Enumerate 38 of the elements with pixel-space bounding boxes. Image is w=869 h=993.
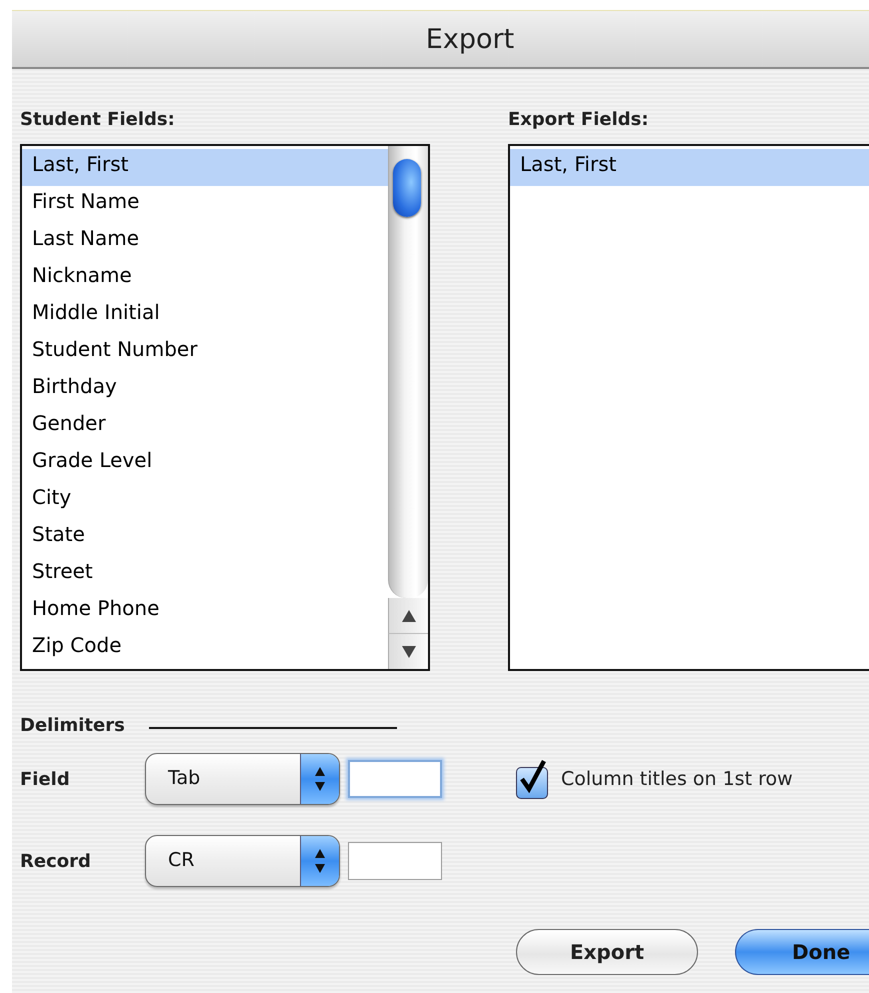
window-title: Export (426, 24, 514, 54)
down-arrow-icon (400, 644, 416, 658)
list-item[interactable]: Middle Initial (22, 297, 388, 334)
field-label: Field (20, 768, 71, 790)
scroll-down-button[interactable] (388, 634, 428, 669)
list-item[interactable]: Street (22, 556, 388, 593)
list-item[interactable]: Last Name (22, 223, 388, 260)
list-label: Student Fields: (20, 109, 176, 132)
list-item[interactable]: Grade Level (22, 445, 388, 482)
up-down-arrows-icon (314, 766, 326, 792)
list-item[interactable]: Last, First (22, 149, 388, 186)
export-button[interactable]: Export (516, 929, 698, 975)
list-box[interactable]: Last, First First Name Last Name Nickname Middle Initial Student Number Birthday Gender Grade Level City State Street Home Phone Zip Code (20, 144, 430, 671)
list-item[interactable]: Birthday (22, 371, 388, 408)
checkbox[interactable] (516, 759, 548, 799)
scroll-thumb[interactable] (393, 159, 421, 217)
list-item[interactable]: Last, First (510, 149, 869, 186)
list-item[interactable]: State (22, 519, 388, 556)
section-label: Delimiters (20, 715, 125, 736)
done-button[interactable]: Done (735, 929, 869, 975)
list-item[interactable]: Nickname (22, 260, 388, 297)
input-field[interactable] (348, 760, 442, 798)
list-item[interactable]: Zip Code (22, 630, 388, 667)
scroll-up-button[interactable] (388, 598, 428, 634)
list-item[interactable]: Student Number (22, 334, 388, 371)
popup-button[interactable]: Tab (145, 753, 340, 805)
up-down-arrows-icon (314, 848, 326, 874)
input-field[interactable] (348, 842, 442, 880)
up-arrow-icon (400, 608, 416, 622)
list-item[interactable]: City (22, 482, 388, 519)
list-item[interactable]: Home Phone (22, 593, 388, 630)
list-box[interactable]: Last, First (508, 144, 869, 671)
checkbox-label[interactable]: Column titles on 1st row (561, 768, 793, 790)
list-item[interactable]: First Name (22, 186, 388, 223)
list-item[interactable]: Gender (22, 408, 388, 445)
list-label: Export Fields: (508, 109, 650, 132)
field-label: Record (20, 850, 92, 872)
popup-button[interactable]: CR (145, 835, 340, 887)
